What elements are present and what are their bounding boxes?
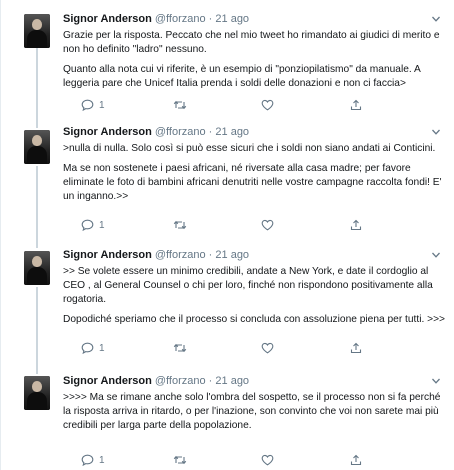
reply-button[interactable]: 1 [81,218,105,232]
retweet-button[interactable] [173,341,187,355]
tweet-actions: 1 [63,453,443,467]
tweet-paragraph: Ma se non sostenete i paesi africani, né… [63,163,442,202]
retweet-icon [173,220,187,230]
reply-button[interactable]: 1 [81,453,105,467]
like-button[interactable] [261,453,274,467]
tweet-paragraph: Grazie per la risposta. Peccato che nel … [63,30,440,55]
tweet-text: >>>> Ma se rimane anche solo l'ombra del… [63,391,448,433]
reply-count: 1 [99,219,105,231]
user-handle[interactable]: @fforzano [155,249,206,261]
tweet-paragraph: >nulla di nulla. Solo così si può esse s… [63,143,436,154]
chevron-down-icon[interactable] [431,376,441,386]
reply-count: 1 [99,454,105,466]
display-name[interactable]: Signor Anderson [63,13,152,25]
like-icon [261,342,274,354]
share-icon [350,454,362,466]
tweet-actions: 1 [63,218,443,232]
thread-line [36,366,38,374]
reply-icon [81,342,94,354]
separator-dot: · [208,13,213,25]
like-button[interactable] [261,218,274,232]
reply-count: 1 [99,99,105,111]
tweet-date[interactable]: 21 ago [215,375,249,387]
tweet[interactable]: Signor Anderson @fforzano · 21 ago >> Se… [1,241,454,366]
like-button[interactable] [261,341,274,355]
tweet-paragraph: Dopodiché speriamo che il processo si co… [63,314,445,325]
tweet-date[interactable]: 21 ago [215,126,249,138]
tweet-text: Grazie per la risposta. Peccato che nel … [63,29,448,91]
retweet-icon [173,455,187,465]
tweet-header: Signor Anderson @fforzano · 21 ago [63,374,249,388]
display-name[interactable]: Signor Anderson [63,375,152,387]
tweet-actions: 1 [63,341,443,355]
like-icon [261,99,274,111]
thread-line [36,241,38,248]
share-button[interactable] [350,341,362,355]
separator-dot: · [208,126,213,138]
share-button[interactable] [350,453,362,467]
user-handle[interactable]: @fforzano [155,13,206,25]
chevron-down-icon[interactable] [431,14,441,24]
avatar[interactable] [24,130,50,164]
retweet-button[interactable] [173,218,187,232]
tweet-header: Signor Anderson @fforzano · 21 ago [63,248,249,262]
reply-icon [81,99,94,111]
separator-dot: · [208,375,213,387]
tweet-text: >nulla di nulla. Solo così si può esse s… [63,142,448,204]
avatar[interactable] [24,14,50,48]
thread-line [36,48,38,120]
tweet[interactable]: Signor Anderson @fforzano · 21 ago >null… [1,120,454,241]
avatar[interactable] [24,251,50,285]
chevron-down-icon[interactable] [431,250,441,260]
tweet[interactable]: Signor Anderson @fforzano · 21 ago >>>> … [1,366,454,470]
user-handle[interactable]: @fforzano [155,126,206,138]
share-icon [350,219,362,231]
reply-icon [81,454,94,466]
tweet-header: Signor Anderson @fforzano · 21 ago [63,12,249,26]
share-icon [350,342,362,354]
thread-line [36,120,38,128]
reply-button[interactable]: 1 [81,341,105,355]
display-name[interactable]: Signor Anderson [63,249,152,261]
tweet-paragraph: >> Se volete essere un minimo credibili,… [63,266,433,305]
share-icon [350,99,362,111]
reply-button[interactable]: 1 [81,98,105,112]
retweet-button[interactable] [173,453,187,467]
reply-count: 1 [99,342,105,354]
separator-dot: · [208,249,213,261]
like-icon [261,219,274,231]
thread-line [36,287,38,366]
tweet-date[interactable]: 21 ago [215,249,249,261]
tweet-actions: 1 [63,98,443,112]
tweet-paragraph: Quanto alla nota cui vi riferite, è un e… [63,64,421,89]
tweet-date[interactable]: 21 ago [215,13,249,25]
display-name[interactable]: Signor Anderson [63,126,152,138]
thread-line [36,166,38,241]
retweet-icon [173,343,187,353]
chevron-down-icon[interactable] [431,127,441,137]
like-icon [261,454,274,466]
user-handle[interactable]: @fforzano [155,375,206,387]
avatar[interactable] [24,376,50,410]
tweet-paragraph: >>>> Ma se rimane anche solo l'ombra del… [63,392,441,431]
like-button[interactable] [261,98,274,112]
tweet-header: Signor Anderson @fforzano · 21 ago [63,125,249,139]
share-button[interactable] [350,98,362,112]
reply-icon [81,219,94,231]
tweet-text: >> Se volete essere un minimo credibili,… [63,265,448,327]
retweet-icon [173,100,187,110]
retweet-button[interactable] [173,98,187,112]
tweet[interactable]: Signor Anderson @fforzano · 21 ago Grazi… [1,0,454,120]
tweet-thread: Signor Anderson @fforzano · 21 ago Grazi… [0,0,454,470]
share-button[interactable] [350,218,362,232]
